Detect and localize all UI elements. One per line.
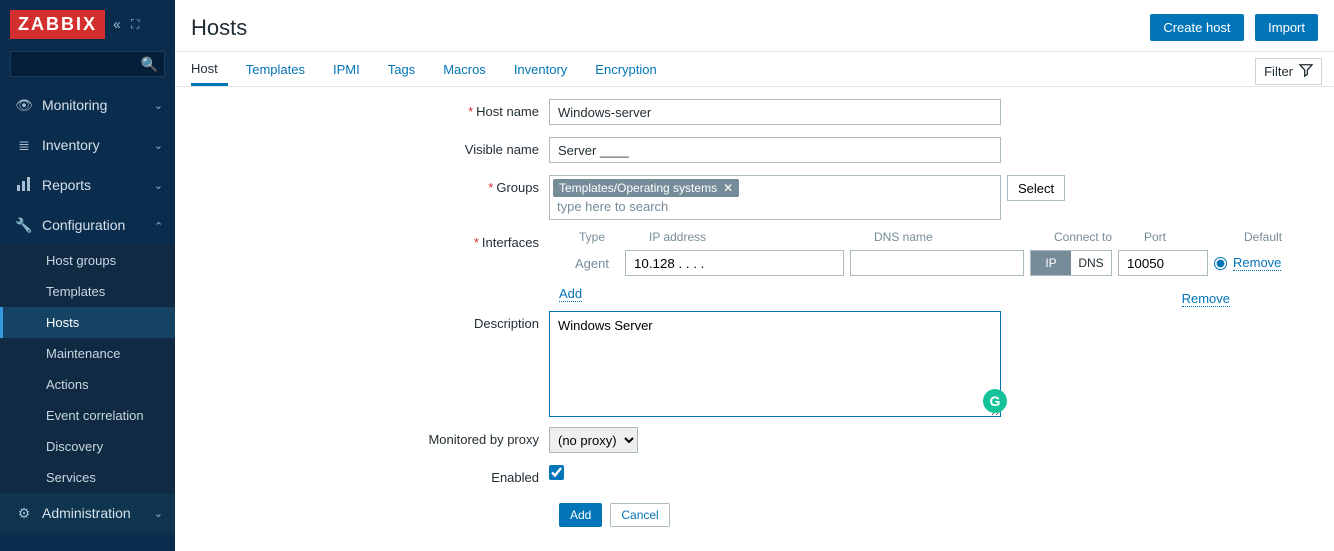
sub-item-actions[interactable]: Actions — [0, 369, 175, 400]
chevron-down-icon: ⌄ — [154, 179, 163, 192]
search-icon: 🔍 — [141, 56, 158, 73]
add-interface-link[interactable]: Add — [559, 286, 582, 302]
tabs-bar: Host Templates IPMI Tags Macros Inventor… — [175, 51, 1334, 87]
gear-icon: ⚙ — [12, 505, 36, 522]
groups-input[interactable]: Templates/Operating systems ✕ type here … — [549, 175, 1001, 220]
side-remove-link[interactable]: Remove — [1182, 291, 1230, 307]
brand-logo[interactable]: ZABBIX — [10, 10, 105, 39]
interface-header: Type IP address DNS name Connect to Port… — [549, 230, 1282, 244]
select-groups-button[interactable]: Select — [1007, 175, 1065, 201]
chevron-up-icon: ⌄ — [154, 219, 163, 232]
connect-ip-option[interactable]: IP — [1031, 251, 1071, 275]
sub-item-hosts[interactable]: Hosts — [0, 307, 175, 338]
fullscreen-icon[interactable]: ⛶ — [131, 17, 139, 32]
sub-item-templates[interactable]: Templates — [0, 276, 175, 307]
list-icon: ≣ — [12, 137, 36, 154]
main-content: Hosts Create host Import Host Templates … — [175, 0, 1334, 551]
sub-item-maintenance[interactable]: Maintenance — [0, 338, 175, 369]
connect-dns-option[interactable]: DNS — [1071, 251, 1111, 275]
chart-icon — [12, 176, 36, 195]
description-textarea[interactable]: Windows Server — [549, 311, 1001, 417]
chevron-down-icon: ⌄ — [154, 507, 163, 520]
nav-item-configuration[interactable]: 🔧 Configuration ⌄ — [0, 205, 175, 245]
sub-item-discovery[interactable]: Discovery — [0, 431, 175, 462]
filter-button[interactable]: Filter — [1255, 58, 1322, 85]
collapse-sidebar-icon[interactable]: ‹‹ — [113, 16, 119, 33]
host-name-input[interactable] — [549, 99, 1001, 125]
remove-tag-icon[interactable]: ✕ — [723, 181, 733, 195]
host-form: *Host name Visible name *Groups Template… — [175, 87, 1334, 527]
port-input[interactable] — [1118, 250, 1208, 276]
grammarly-icon[interactable]: G — [983, 389, 1007, 413]
logo-row: ZABBIX ‹‹ ⛶ — [0, 0, 175, 43]
sub-item-event-correlation[interactable]: Event correlation — [0, 400, 175, 431]
interface-row: Agent IP DNS Remove — [549, 250, 1282, 276]
proxy-select[interactable]: (no proxy) — [549, 427, 638, 453]
page-title: Hosts — [191, 15, 1142, 41]
sub-item-services[interactable]: Services — [0, 462, 175, 493]
tab-encryption[interactable]: Encryption — [595, 54, 666, 85]
eye-icon: 👁 — [12, 97, 36, 114]
chevron-down-icon: ⌄ — [154, 139, 163, 152]
import-button[interactable]: Import — [1255, 14, 1318, 41]
tab-tags[interactable]: Tags — [388, 54, 425, 85]
chevron-down-icon: ⌄ — [154, 99, 163, 112]
nav-item-administration[interactable]: ⚙ Administration ⌄ — [0, 493, 175, 533]
configuration-submenu: Host groups Templates Hosts Maintenance … — [0, 245, 175, 493]
filter-icon — [1299, 63, 1313, 80]
search-input[interactable]: 🔍 — [10, 51, 165, 77]
dns-name-input[interactable] — [850, 250, 1024, 276]
nav-item-monitoring[interactable]: 👁 Monitoring ⌄ — [0, 85, 175, 125]
tab-templates[interactable]: Templates — [246, 54, 315, 85]
tab-inventory[interactable]: Inventory — [514, 54, 577, 85]
cancel-button[interactable]: Cancel — [610, 503, 669, 527]
wrench-icon: 🔧 — [12, 217, 36, 234]
group-tag: Templates/Operating systems ✕ — [553, 179, 739, 197]
tab-ipmi[interactable]: IPMI — [333, 54, 370, 85]
default-interface-radio[interactable] — [1214, 257, 1227, 270]
connect-to-toggle: IP DNS — [1030, 250, 1112, 276]
sidebar: ZABBIX ‹‹ ⛶ 🔍 👁 Monitoring ⌄ ≣ Inventory… — [0, 0, 175, 551]
enabled-checkbox[interactable] — [549, 465, 564, 480]
visible-name-input[interactable] — [549, 137, 1001, 163]
interface-type-label: Agent — [549, 256, 609, 271]
nav-item-inventory[interactable]: ≣ Inventory ⌄ — [0, 125, 175, 165]
add-button[interactable]: Add — [559, 503, 602, 527]
ip-address-input[interactable] — [625, 250, 844, 276]
page-header: Hosts Create host Import — [175, 0, 1334, 51]
nav-item-reports[interactable]: Reports ⌄ — [0, 165, 175, 205]
create-host-button[interactable]: Create host — [1150, 14, 1243, 41]
tab-macros[interactable]: Macros — [443, 54, 496, 85]
remove-interface-link[interactable]: Remove — [1233, 255, 1281, 271]
sub-item-host-groups[interactable]: Host groups — [0, 245, 175, 276]
tab-host[interactable]: Host — [191, 53, 228, 86]
